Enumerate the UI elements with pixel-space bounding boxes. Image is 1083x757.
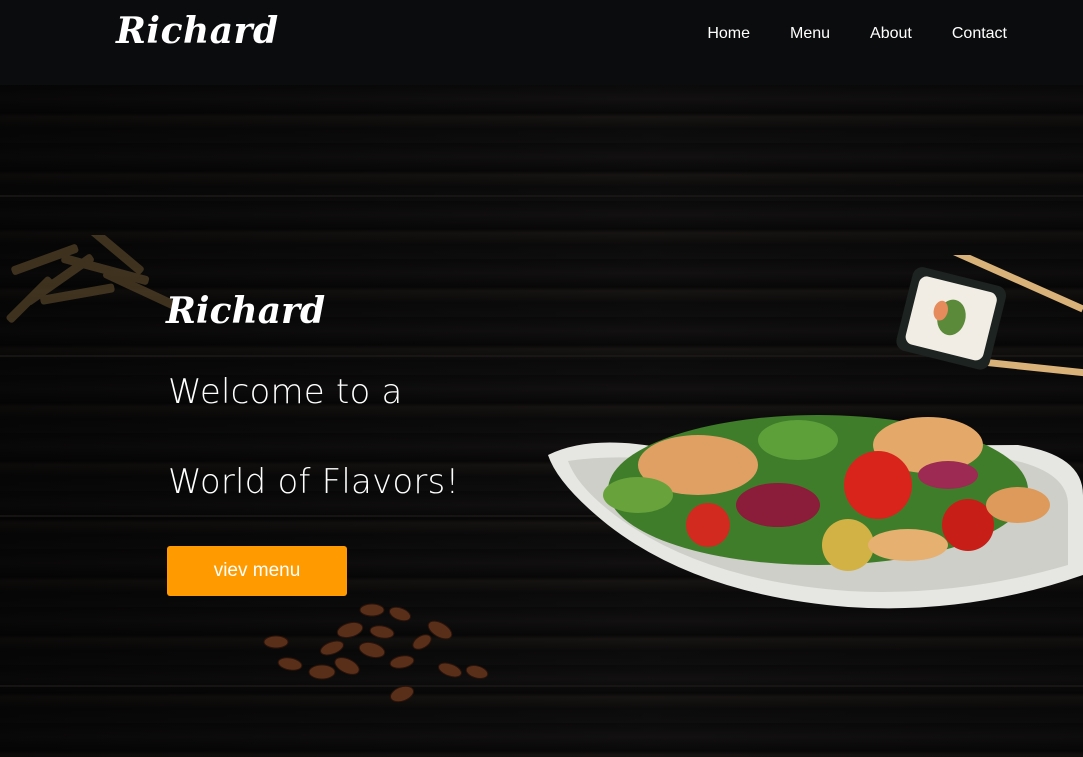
top-navbar: Richard Home Menu About Contact <box>0 0 1083 85</box>
brand-logo[interactable]: Richard <box>116 10 279 52</box>
hero-logo: Richard <box>166 290 326 332</box>
fries-image <box>6 235 178 323</box>
hero-headline-line2: World of Flavors! <box>168 462 460 502</box>
hero-section: Richard Welcome to a World of Flavors! v… <box>0 85 1083 757</box>
nav-item-menu[interactable]: Menu <box>790 24 830 44</box>
nav-item-contact[interactable]: Contact <box>952 24 1007 44</box>
sushi-chopsticks-image <box>896 255 1083 377</box>
main-nav: Home Menu About Contact <box>667 24 1007 44</box>
wood-plank-seam <box>0 685 1083 687</box>
nav-item-home[interactable]: Home <box>707 24 750 44</box>
coffee-beans-image <box>263 603 489 703</box>
nav-item-about[interactable]: About <box>870 24 912 44</box>
view-menu-button[interactable]: viev menu <box>167 546 347 596</box>
hero-headline-line1: Welcome to a <box>168 372 403 412</box>
salad-plate-image <box>548 415 1083 609</box>
wood-plank-seam <box>0 195 1083 197</box>
